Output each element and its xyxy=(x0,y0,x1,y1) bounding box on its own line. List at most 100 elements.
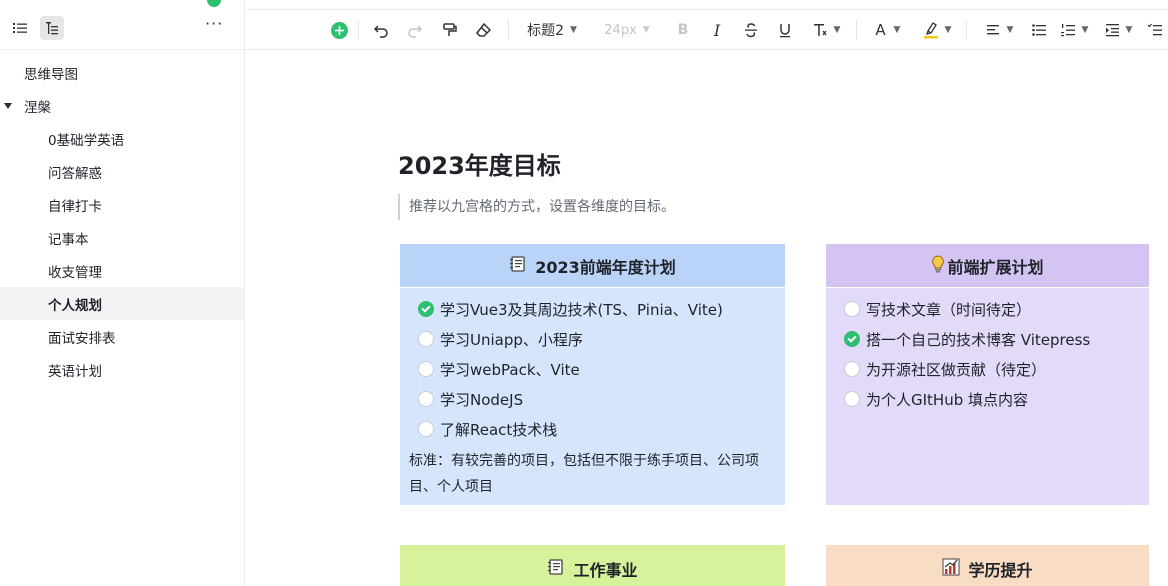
chart-icon xyxy=(942,558,960,580)
task-text[interactable]: 为开源社区做贡献（待定） xyxy=(866,359,1046,380)
strikethrough-icon[interactable] xyxy=(742,19,760,41)
chevron-down-icon: ▼ xyxy=(570,25,577,35)
frontend-plan-card: 2023前端年度计划 学习Vue3及其周边技术(TS、Pinia、Vite) 学… xyxy=(400,244,785,505)
sidebar: ··· 思维导图 涅槃 0基础学英语 问答解惑 自律打卡 记事本 收支管理 个人… xyxy=(0,0,245,586)
editor-toolbar: 标题2 ▼ 24px ▼ B I ▼ A ▼ ▼ ▼ ▼ ▼ xyxy=(246,0,1168,58)
card-title: 工作事业 xyxy=(573,561,638,580)
tree-item[interactable]: 自律打卡 xyxy=(0,188,244,221)
document-subtitle-quote[interactable]: 推荐以九宫格的方式，设置各维度的目标。 xyxy=(398,194,675,220)
notebook-icon xyxy=(547,558,565,580)
notebook-icon xyxy=(509,255,527,277)
task-text[interactable]: 了解React技术栈 xyxy=(440,419,557,440)
extension-plan-card: 前端扩展计划 写技术文章（时间待定） 搭一个自己的技术博客 Vitepress … xyxy=(826,244,1149,505)
card-note[interactable]: 标准：有较完善的项目，包括但不限于练手项目、公司项目、个人项目 xyxy=(400,444,785,500)
chevron-down-icon: ▼ xyxy=(893,25,901,35)
font-color-icon: A xyxy=(875,21,886,39)
tree-item[interactable]: 英语计划 xyxy=(0,353,244,386)
insert-button[interactable] xyxy=(330,19,348,41)
font-size-value: 24px xyxy=(604,22,637,38)
task-list-icon[interactable] xyxy=(1146,19,1164,41)
task-item: 搭一个自己的技术博客 Vitepress xyxy=(844,324,1149,354)
task-checkbox[interactable] xyxy=(844,361,860,377)
tree-item-label: 个人规划 xyxy=(48,297,102,314)
task-text[interactable]: 学习Vue3及其周边技术(TS、Pinia、Vite) xyxy=(440,299,723,320)
task-item: 了解React技术栈 xyxy=(418,414,785,444)
outline-icon[interactable] xyxy=(40,16,64,40)
more-menu-button[interactable]: ··· xyxy=(205,14,223,33)
task-item: 为开源社区做贡献（待定） xyxy=(844,354,1149,384)
italic-button[interactable]: I xyxy=(708,19,726,41)
tree-item-label: 英语计划 xyxy=(48,363,102,380)
tree-item-label: 问答解惑 xyxy=(48,165,102,182)
card-header: 2023前端年度计划 xyxy=(400,244,785,288)
highlight-menu[interactable]: ▼ xyxy=(920,19,954,41)
redo-icon[interactable] xyxy=(406,19,424,41)
subtitle-text: 推荐以九宫格的方式，设置各维度的目标。 xyxy=(409,199,675,215)
font-color-menu[interactable]: A ▼ xyxy=(870,19,904,41)
task-checkbox[interactable] xyxy=(418,331,434,347)
chevron-down-icon: ▼ xyxy=(1081,25,1089,35)
task-text[interactable]: 学习webPack、Vite xyxy=(440,359,580,380)
education-card: 学历提升 xyxy=(826,545,1149,586)
indent-menu[interactable]: ▼ xyxy=(1102,19,1134,41)
lightbulb-icon xyxy=(931,254,945,277)
tree-item-label: 思维导图 xyxy=(24,66,78,83)
bullet-list-icon[interactable] xyxy=(1030,19,1048,41)
card-title: 学历提升 xyxy=(968,561,1033,580)
card-title: 前端扩展计划 xyxy=(947,257,1044,277)
card-header: 学历提升 xyxy=(826,545,1149,586)
tree-item[interactable]: 记事本 xyxy=(0,221,244,254)
card-header: 前端扩展计划 xyxy=(826,244,1149,288)
task-checkbox-checked[interactable] xyxy=(844,331,860,347)
card-title: 2023前端年度计划 xyxy=(535,257,676,277)
task-text[interactable]: 为个人GItHub 填点内容 xyxy=(866,389,1028,410)
eraser-icon[interactable] xyxy=(474,19,492,41)
sidebar-header: ··· xyxy=(0,0,244,50)
task-item: 写技术文章（时间待定） xyxy=(844,294,1149,324)
tree-item[interactable]: 思维导图 xyxy=(0,56,244,89)
career-card: 工作事业 xyxy=(400,545,785,586)
ordered-list-menu[interactable]: ▼ xyxy=(1058,19,1090,41)
tree-item-label: 涅槃 xyxy=(24,99,51,116)
task-item: 为个人GItHub 填点内容 xyxy=(844,384,1149,414)
task-checkbox[interactable] xyxy=(844,301,860,317)
bold-button[interactable]: B xyxy=(674,19,692,41)
tree-item-label: 面试安排表 xyxy=(48,330,116,347)
underline-icon[interactable] xyxy=(776,19,794,41)
align-menu[interactable]: ▼ xyxy=(982,19,1016,41)
list-icon[interactable] xyxy=(8,16,32,40)
caret-down-icon[interactable] xyxy=(4,102,12,109)
tree-item-selected[interactable]: 个人规划 xyxy=(0,287,244,320)
tree-item-label: 收支管理 xyxy=(48,264,102,281)
undo-icon[interactable] xyxy=(372,19,390,41)
tree-item-label: 0基础学英语 xyxy=(48,132,125,149)
heading-style-select[interactable]: 标题2 ▼ xyxy=(524,19,580,41)
task-item: 学习webPack、Vite xyxy=(418,354,785,384)
task-text[interactable]: 学习NodeJS xyxy=(440,389,523,410)
task-checkbox-checked[interactable] xyxy=(418,301,434,317)
task-text[interactable]: 学习Uniapp、小程序 xyxy=(440,329,583,350)
task-text[interactable]: 搭一个自己的技术博客 Vitepress xyxy=(866,329,1090,350)
tree-item[interactable]: 涅槃 xyxy=(0,89,244,122)
chevron-down-icon: ▼ xyxy=(833,25,841,35)
tree-item[interactable]: 问答解惑 xyxy=(0,155,244,188)
task-checkbox[interactable] xyxy=(418,391,434,407)
text-style-menu[interactable]: ▼ xyxy=(810,19,842,41)
document-title[interactable]: 2023年度目标 xyxy=(398,146,561,181)
tree-item-label: 记事本 xyxy=(48,231,89,248)
chevron-down-icon: ▼ xyxy=(642,25,650,35)
task-checkbox[interactable] xyxy=(418,421,434,437)
format-painter-icon[interactable] xyxy=(440,19,458,41)
task-text[interactable]: 写技术文章（时间待定） xyxy=(866,299,1031,320)
font-size-select[interactable]: 24px ▼ xyxy=(598,19,656,41)
task-item: 学习Uniapp、小程序 xyxy=(418,324,785,354)
task-item: 学习Vue3及其周边技术(TS、Pinia、Vite) xyxy=(418,294,785,324)
tree-item-label: 自律打卡 xyxy=(48,198,102,215)
tree-item[interactable]: 面试安排表 xyxy=(0,320,244,353)
tree-item[interactable]: 0基础学英语 xyxy=(0,122,244,155)
chevron-down-icon: ▼ xyxy=(944,25,952,35)
tree-item[interactable]: 收支管理 xyxy=(0,254,244,287)
task-checkbox[interactable] xyxy=(844,391,860,407)
task-checkbox[interactable] xyxy=(418,361,434,377)
card-header: 工作事业 xyxy=(400,545,785,586)
